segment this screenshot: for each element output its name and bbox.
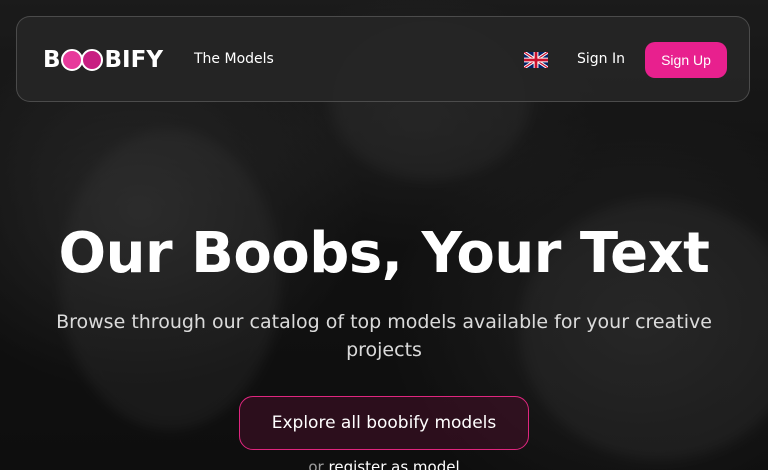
sign-up-button[interactable]: Sign Up [645, 42, 727, 78]
boobify-logo[interactable]: B BIFY [43, 47, 163, 73]
register-prefix: or [308, 458, 324, 470]
register-line: or register as model [0, 458, 768, 470]
logo-text-left: B [43, 47, 61, 73]
nav-link-the-models[interactable]: The Models [194, 51, 274, 67]
sign-in-link[interactable]: Sign In [577, 51, 625, 67]
hero-subtitle: Browse through our catalog of top models… [56, 311, 712, 361]
register-as-model-link[interactable]: register as model [329, 458, 460, 470]
top-navbar: B BIFY The Models Sign In Sign Up [16, 16, 750, 102]
logo-text-right: BIFY [104, 47, 163, 73]
logo-pink-circles-icon [60, 48, 105, 72]
page-background: B BIFY The Models Sign In Sign Up Our Bo… [0, 0, 768, 470]
explore-models-button[interactable]: Explore all boobify models [239, 396, 529, 450]
uk-flag-icon[interactable] [523, 50, 549, 70]
hero-title: Our Boobs, Your Text [58, 221, 710, 286]
